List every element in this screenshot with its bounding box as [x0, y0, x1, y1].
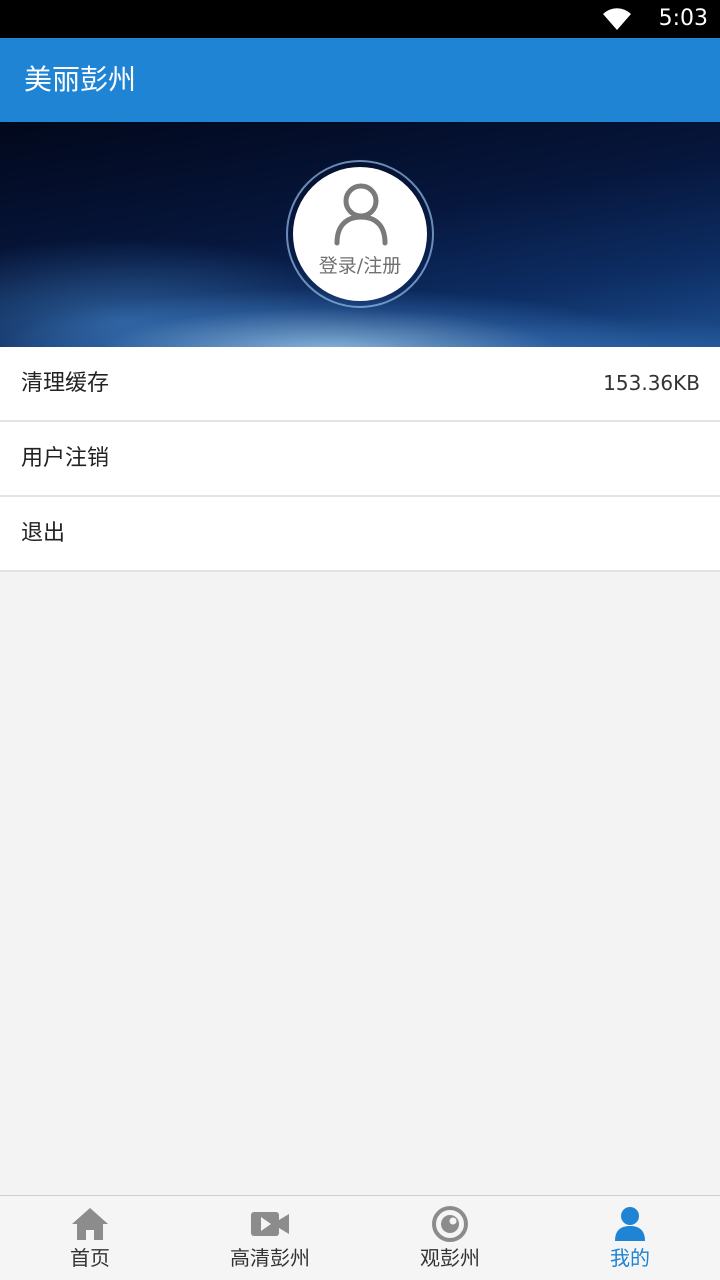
wifi-icon	[603, 8, 631, 30]
nav-label: 首页	[70, 1246, 110, 1270]
menu-item-label: 清理缓存	[21, 371, 110, 396]
eye-icon	[432, 1206, 468, 1242]
app-bar: 美丽彭州	[0, 38, 720, 122]
page-title: 美丽彭州	[24, 63, 137, 96]
user-icon	[615, 1207, 645, 1241]
person-icon	[334, 183, 388, 246]
nav-item-mine[interactable]: 我的	[540, 1196, 720, 1280]
video-camera-icon	[251, 1212, 289, 1236]
settings-menu: 清理缓存 153.36KB 用户注销 退出	[0, 347, 720, 572]
nav-label: 我的	[610, 1246, 650, 1270]
status-time: 5:03	[658, 6, 708, 31]
profile-banner: 登录/注册	[0, 122, 720, 347]
bottom-nav: 首页 高清彭州 观彭州 我的	[0, 1195, 720, 1280]
home-icon	[72, 1208, 108, 1240]
menu-item-logout[interactable]: 退出	[0, 497, 720, 572]
menu-item-label: 用户注销	[21, 446, 110, 471]
nav-item-watch[interactable]: 观彭州	[360, 1196, 540, 1280]
nav-label: 高清彭州	[230, 1246, 310, 1270]
nav-item-home[interactable]: 首页	[0, 1196, 180, 1280]
cache-size-value: 153.36KB	[603, 371, 700, 395]
menu-item-deregister[interactable]: 用户注销	[0, 422, 720, 497]
login-register-label: 登录/注册	[318, 255, 402, 277]
login-avatar-button[interactable]: 登录/注册	[293, 167, 427, 301]
nav-label: 观彭州	[420, 1246, 480, 1270]
nav-item-hd-video[interactable]: 高清彭州	[180, 1196, 360, 1280]
menu-item-clear-cache[interactable]: 清理缓存 153.36KB	[0, 347, 720, 422]
status-bar: 5:03	[0, 0, 720, 38]
menu-item-label: 退出	[21, 521, 66, 546]
